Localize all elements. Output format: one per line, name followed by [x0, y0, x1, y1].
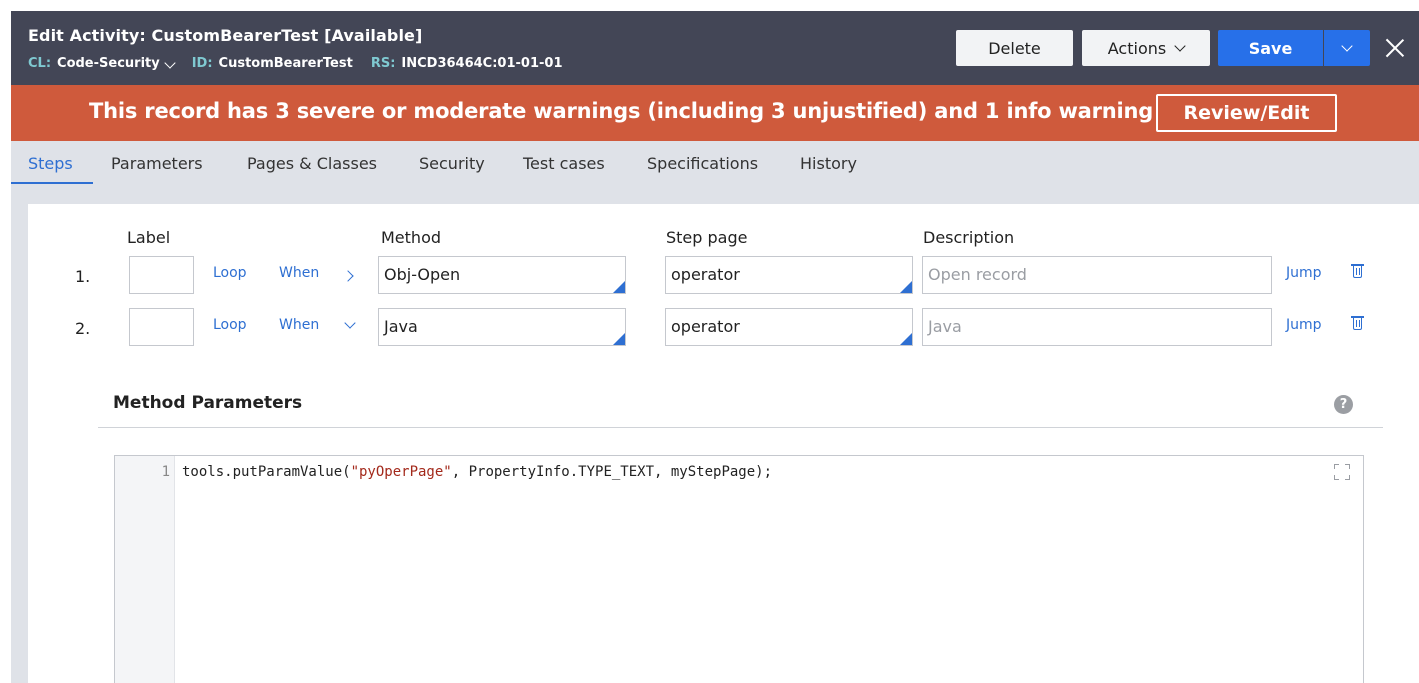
step-page-field[interactable]: operator — [665, 308, 913, 346]
active-tab-indicator — [11, 182, 93, 184]
description-field[interactable]: Open record — [922, 256, 1272, 294]
save-button[interactable]: Save — [1218, 30, 1323, 66]
autocomplete-corner-icon — [613, 281, 625, 293]
rs-key: RS: — [370, 56, 396, 71]
method-field[interactable]: Obj-Open — [378, 256, 626, 294]
description-placeholder: Open record — [928, 265, 1027, 284]
record-meta: CL: Code-Security ID: CustomBearerTest RS: IN… — [28, 56, 580, 71]
id-value: CustomBearerTest — [218, 56, 353, 71]
delete-button-label: Delete — [988, 38, 1041, 58]
description-field[interactable]: Java — [922, 308, 1272, 346]
tab-specifications[interactable]: Specifications — [647, 154, 758, 173]
chevron-down-icon — [1341, 40, 1353, 52]
step-number: 2. — [75, 319, 91, 338]
loop-link[interactable]: Loop — [213, 265, 247, 281]
column-header-description: Description — [923, 228, 1015, 247]
column-header-step-page: Step page — [666, 228, 748, 247]
chevron-down-icon[interactable] — [164, 56, 176, 69]
review-edit-button[interactable]: Review/Edit — [1156, 94, 1337, 132]
autocomplete-corner-icon — [900, 333, 912, 345]
step-page-value: operator — [671, 317, 740, 336]
method-value: Obj-Open — [384, 265, 461, 284]
help-icon[interactable]: ? — [1334, 395, 1353, 414]
review-edit-label: Review/Edit — [1183, 102, 1310, 124]
actions-button-label: Actions — [1107, 38, 1167, 58]
jump-link[interactable]: Jump — [1286, 317, 1322, 333]
tab-security[interactable]: Security — [419, 154, 485, 173]
trash-icon[interactable] — [1351, 263, 1364, 279]
tab-parameters[interactable]: Parameters — [111, 154, 203, 173]
when-link[interactable]: When — [279, 265, 319, 281]
activity-editor: Edit Activity: CustomBearerTest [Availab… — [11, 11, 1419, 683]
java-code-editor[interactable]: 1 tools.putParamValue("pyOperPage", Prop… — [114, 455, 1364, 683]
steps-panel: Label Method Step page Description 1. Lo… — [28, 204, 1419, 683]
jump-link[interactable]: Jump — [1286, 265, 1322, 281]
method-parameters-title: Method Parameters — [113, 393, 303, 413]
tab-bar: Steps Parameters Pages & Classes Securit… — [11, 141, 1419, 185]
step-number: 1. — [75, 267, 91, 286]
close-icon[interactable] — [1383, 36, 1407, 60]
rs-value: INCD36464C:01-01-01 — [401, 56, 563, 71]
save-button-label: Save — [1248, 38, 1293, 58]
cl-key: CL: — [28, 56, 52, 71]
delete-button[interactable]: Delete — [956, 30, 1073, 66]
fullscreen-expand-icon[interactable] — [1334, 464, 1350, 480]
warning-banner: This record has 3 severe or moderate war… — [11, 85, 1419, 141]
autocomplete-corner-icon — [900, 281, 912, 293]
column-header-label: Label — [127, 228, 171, 247]
tab-pages-classes[interactable]: Pages & Classes — [247, 154, 377, 173]
trash-icon[interactable] — [1351, 315, 1364, 331]
code-text: tools.putParamValue( — [182, 464, 351, 480]
section-divider — [98, 427, 1383, 428]
description-placeholder: Java — [928, 317, 962, 336]
cl-value[interactable]: Code-Security — [57, 56, 160, 71]
method-field[interactable]: Java — [378, 308, 626, 346]
page-title: Edit Activity: CustomBearerTest [Availab… — [28, 26, 423, 45]
save-options-button[interactable] — [1324, 30, 1370, 66]
step-label-input[interactable] — [129, 308, 194, 346]
tab-history[interactable]: History — [800, 154, 857, 173]
loop-link[interactable]: Loop — [213, 317, 247, 333]
chevron-right-icon[interactable] — [342, 270, 354, 282]
tab-steps[interactable]: Steps — [28, 154, 73, 173]
column-header-method: Method — [381, 228, 442, 247]
warning-text: This record has 3 severe or moderate war… — [89, 99, 1154, 123]
code-text: , PropertyInfo.TYPE_TEXT, myStepPage); — [451, 464, 773, 480]
step-label-input[interactable] — [129, 256, 194, 294]
chevron-down-icon — [1174, 40, 1186, 52]
line-number: 1 — [161, 464, 170, 480]
code-string-literal: "pyOperPage" — [350, 464, 452, 480]
line-gutter: 1 — [115, 456, 175, 683]
autocomplete-corner-icon — [613, 333, 625, 345]
tab-test-cases[interactable]: Test cases — [523, 154, 605, 173]
header-bar: Edit Activity: CustomBearerTest [Availab… — [11, 11, 1419, 85]
step-page-field[interactable]: operator — [665, 256, 913, 294]
when-link[interactable]: When — [279, 317, 319, 333]
method-value: Java — [384, 317, 418, 336]
code-line[interactable]: tools.putParamValue("pyOperPage", Proper… — [182, 464, 772, 480]
chevron-down-icon[interactable] — [344, 317, 356, 329]
id-key: ID: — [191, 56, 213, 71]
step-page-value: operator — [671, 265, 740, 284]
actions-button[interactable]: Actions — [1082, 30, 1210, 66]
